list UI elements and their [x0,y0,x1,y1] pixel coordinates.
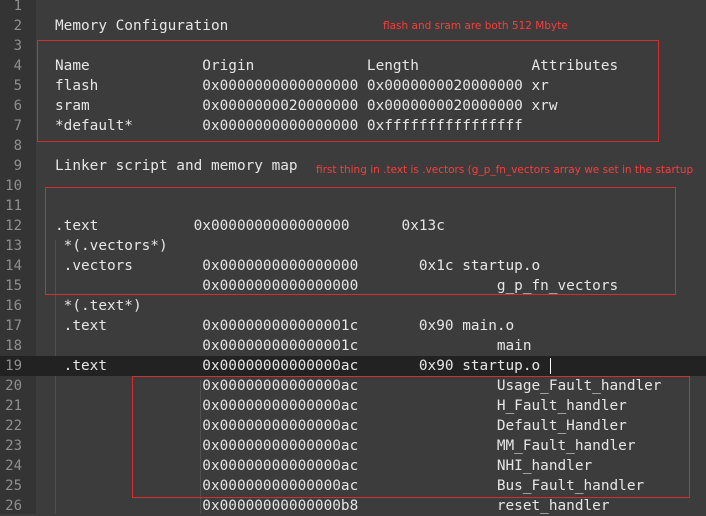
vectors-note-annotation: first thing in .text is .vectors (g_p_fn… [316,164,694,176]
line-number: 9 [13,158,22,174]
memory-config-highlight-box [37,40,659,142]
line-number: 21 [5,398,22,414]
code-line[interactable]: 26 0x00000000000000b8 reset_handler [0,496,706,516]
line-number: 10 [5,178,22,194]
code-line[interactable]: 17 .text 0x000000000000001c 0x90 main.o [0,316,706,336]
code-line[interactable]: 16 *(.text*) [0,296,706,316]
line-number: 14 [5,258,22,274]
code-line[interactable]: 1 [0,0,706,16]
memory-note-annotation: flash and sram are both 512 Mbyte [383,20,568,32]
code-text: 0x00000000000000b8 reset_handler [55,498,610,514]
text-editor[interactable]: 1 2 Memory Configuration 3 4 Name Origin Leng… [0,0,706,514]
code-line[interactable]: 2 Memory Configuration [0,16,706,36]
line-number: 18 [5,338,22,354]
line-number: 26 [5,498,22,514]
code-text: Linker script and memory map [55,158,298,174]
line-number: 8 [13,138,22,154]
line-number: 22 [5,418,22,434]
code-text: *(.text*) [55,298,142,314]
line-number: 7 [13,118,22,134]
line-number: 13 [5,238,22,254]
line-number: 12 [5,218,22,234]
text-cursor [550,358,551,374]
line-number: 3 [13,38,22,54]
line-number: 16 [5,298,22,314]
handlers-highlight-box [132,376,690,498]
code-text: Memory Configuration [55,18,229,34]
line-number: 5 [13,78,22,94]
code-line[interactable]: 18 0x000000000000001c main [0,336,706,356]
line-number: 6 [13,98,22,114]
line-number: 2 [13,18,22,34]
code-text: .text 0x00000000000000ac 0x90 startup.o [55,358,541,374]
code-text: 0x000000000000001c main [55,338,532,354]
line-number: 1 [13,0,22,14]
line-number: 25 [5,478,22,494]
vectors-highlight-box [45,187,676,295]
line-number: 17 [5,318,22,334]
line-number: 4 [13,58,22,74]
line-number: 11 [5,198,22,214]
line-number: 19 [5,358,22,374]
code-text: .text 0x000000000000001c 0x90 main.o [55,318,515,334]
line-number: 24 [5,458,22,474]
code-line[interactable]: 19 .text 0x00000000000000ac 0x90 startup… [0,356,706,376]
line-number: 15 [5,278,22,294]
line-number: 20 [5,378,22,394]
line-number: 23 [5,438,22,454]
